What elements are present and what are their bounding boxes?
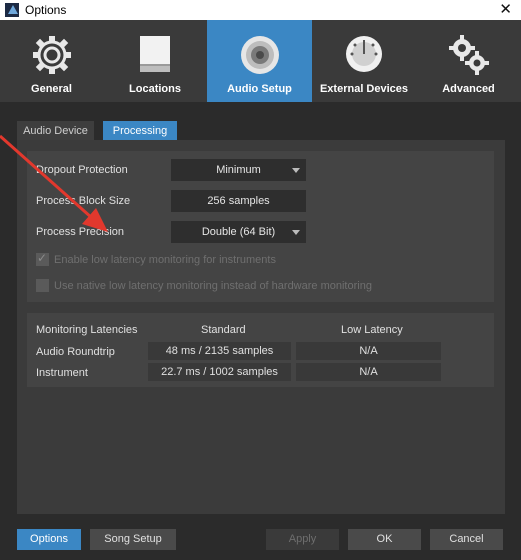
cancel-button[interactable]: Cancel xyxy=(430,529,503,550)
audio-roundtrip-standard: 48 ms / 2135 samples xyxy=(148,342,291,360)
chevron-down-icon xyxy=(292,168,300,173)
ok-button[interactable]: OK xyxy=(348,529,421,550)
tab-general-label: General xyxy=(31,83,72,95)
tab-external-devices-label: External Devices xyxy=(319,83,409,95)
instrument-standard: 22.7 ms / 1002 samples xyxy=(148,363,291,381)
tab-audio-setup[interactable]: Audio Setup xyxy=(207,20,312,102)
standard-column-header: Standard xyxy=(201,324,246,336)
close-icon[interactable]: ✕ xyxy=(499,0,512,20)
options-category-toolbar: General Locations Audio Setup External D… xyxy=(0,20,521,102)
app-logo-icon xyxy=(5,3,19,17)
annotation-arrow xyxy=(0,134,108,232)
low-latency-label: Enable low latency monitoring for instru… xyxy=(54,254,276,266)
gear-icon xyxy=(32,36,71,74)
monitoring-latencies-header: Monitoring Latencies xyxy=(36,324,138,336)
chevron-down-icon xyxy=(292,230,300,235)
apply-button[interactable]: Apply xyxy=(266,529,339,550)
process-precision-value: Double (64 Bit) xyxy=(201,226,276,238)
tab-general[interactable]: General xyxy=(0,20,103,102)
dropout-protection-value: Minimum xyxy=(216,164,261,176)
tab-advanced-label: Advanced xyxy=(442,83,495,95)
process-precision-dropdown[interactable]: Double (64 Bit) xyxy=(171,221,306,243)
drive-icon xyxy=(140,36,170,72)
native-monitoring-label: Use native low latency monitoring instea… xyxy=(54,280,372,292)
instrument-label: Instrument xyxy=(36,367,88,379)
tab-locations-label: Locations xyxy=(129,83,181,95)
native-monitoring-checkbox[interactable] xyxy=(36,279,49,292)
title-bar: Options ✕ xyxy=(0,0,521,20)
options-button[interactable]: Options xyxy=(17,529,81,550)
audio-roundtrip-label: Audio Roundtrip xyxy=(36,346,115,358)
song-setup-button[interactable]: Song Setup xyxy=(90,529,176,550)
instrument-low: N/A xyxy=(296,363,441,381)
tab-audio-setup-label: Audio Setup xyxy=(227,83,292,95)
window-title: Options xyxy=(25,3,67,17)
gears-icon xyxy=(448,35,489,75)
low-latency-checkbox[interactable] xyxy=(36,251,49,266)
keyboard-dial-icon xyxy=(346,36,382,72)
audio-roundtrip-low: N/A xyxy=(296,342,441,360)
dropout-protection-dropdown[interactable]: Minimum xyxy=(171,159,306,181)
process-block-size-value: 256 samples xyxy=(207,195,270,207)
tab-locations[interactable]: Locations xyxy=(103,20,207,102)
tab-advanced[interactable]: Advanced xyxy=(416,20,521,102)
speaker-icon xyxy=(240,36,279,74)
process-block-size-field[interactable]: 256 samples xyxy=(171,190,306,212)
tab-external-devices[interactable]: External Devices xyxy=(312,20,416,102)
low-latency-column-header: Low Latency xyxy=(341,324,403,336)
